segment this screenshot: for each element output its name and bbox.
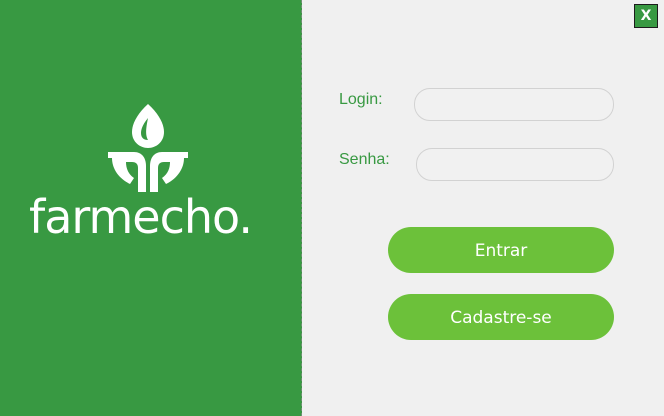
entrar-button[interactable]: Entrar <box>388 227 614 273</box>
brand-wordmark: farmecho. <box>29 190 253 244</box>
login-label: Login: <box>339 91 383 108</box>
senha-label: Senha: <box>339 151 390 168</box>
senha-input[interactable] <box>416 148 614 181</box>
cadastre-se-button[interactable]: Cadastre-se <box>388 294 614 340</box>
form-panel <box>302 0 664 416</box>
close-button[interactable]: X <box>634 4 658 28</box>
login-window: farmecho. X Login: Senha: Entrar Cadastr… <box>0 0 664 416</box>
login-input[interactable] <box>414 88 614 121</box>
brand-panel: farmecho. <box>0 0 302 416</box>
sprout-leaves-icon <box>108 104 188 192</box>
